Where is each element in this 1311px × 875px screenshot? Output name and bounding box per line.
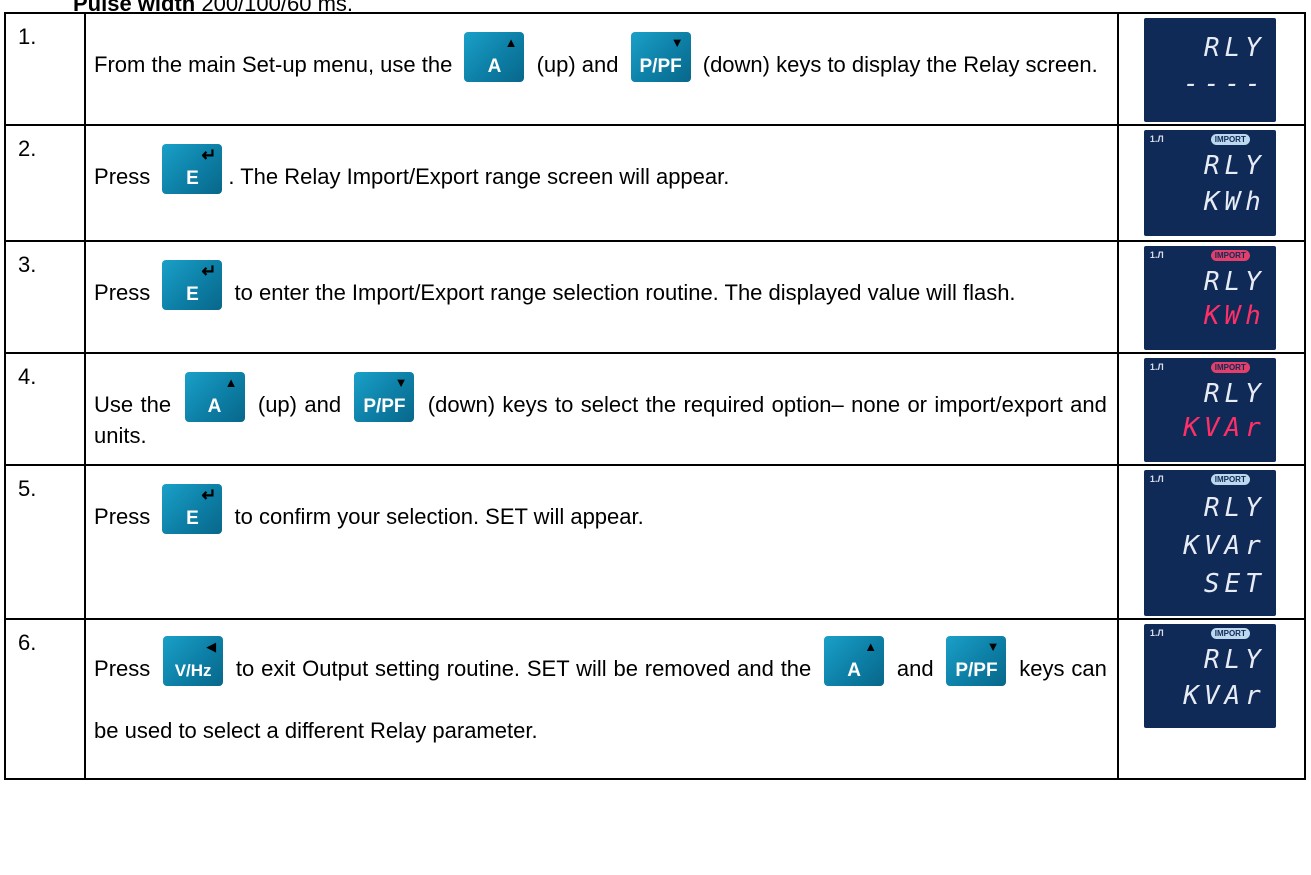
a-up-key-icon: ▲ A [184, 372, 245, 422]
step-row: 3. Press ↵ E to enter the Import/Export r… [3, 240, 1307, 354]
lcd-line-2: KWh [1203, 187, 1266, 217]
lcd-line-2-flashing: KVAr [1183, 413, 1266, 443]
step-instruction: Press ↵ E. The Relay Import/Export range … [84, 124, 1119, 242]
down-triangle-icon: ▼ [394, 375, 408, 390]
step-number: 5. [3, 464, 87, 620]
step-row: 2. Press ↵ E. The Relay Import/Export ran… [3, 124, 1307, 242]
a-up-key-icon: ▲ A [464, 32, 525, 82]
step-text: Use the [94, 392, 179, 417]
lcd-display: 1.Л IMPORT RLY KWh [1143, 130, 1276, 236]
step-text: Press [94, 656, 158, 681]
step-text: (down) keys to select the required optio… [94, 392, 1107, 448]
step-instruction: Press ◀ V/Hz to exit Output setting routi… [84, 618, 1119, 780]
lcd-display-cell: 1.Л IMPORT RLY KVAr [1116, 352, 1307, 466]
import-badge: IMPORT [1210, 362, 1250, 373]
step-text: From the main Set-up menu, use the [94, 52, 459, 77]
step-row: 4. Use the ▲ A (up) and ▼ P/PF (down) keys… [3, 352, 1307, 466]
step-text: . The Relay Import/Export range screen w… [228, 164, 730, 189]
a-up-key-icon: ▲ A [824, 636, 885, 686]
e-enter-key-icon: ↵ E [162, 144, 223, 194]
ppf-down-key-icon: ▼ P/PF [946, 636, 1007, 686]
step-instruction: Press ↵ E to enter the Import/Export rang… [84, 240, 1119, 354]
lcd-line-2: KVAr [1183, 681, 1266, 711]
lcd-line-1: RLY [1203, 645, 1266, 675]
enter-arrow-icon: ↵ [201, 261, 217, 281]
import-badge: IMPORT [1210, 628, 1250, 639]
step-row: 6. Press ◀ V/Hz to exit Output setting ro… [3, 618, 1307, 780]
step-instruction: From the main Set-up menu, use the ▲ A (u… [84, 12, 1119, 126]
left-triangle-icon: ◀ [206, 639, 217, 654]
step-row: 5. Press ↵ E to confirm your selection. S… [3, 464, 1307, 620]
step-text: to enter the Import/Export range selecti… [228, 280, 1016, 305]
lcd-line-1: RLY [1203, 379, 1266, 409]
pulse-icon: 1.Л [1149, 250, 1164, 260]
lcd-display: 1.Л IMPORT RLY KWh [1143, 246, 1276, 350]
up-triangle-icon: ▲ [224, 375, 238, 390]
lcd-line-2: KVAr [1183, 531, 1266, 561]
step-row: 1. From the main Set-up menu, use the ▲ A… [3, 12, 1307, 126]
down-triangle-icon: ▼ [670, 35, 684, 50]
step-number: 2. [3, 124, 87, 242]
step-text: to confirm your selection. SET will appe… [228, 504, 644, 529]
lcd-display-cell: 1.Л IMPORT RLY KWh [1116, 240, 1307, 354]
lcd-display: RLY ---- [1143, 18, 1276, 122]
lcd-line-3: SET [1203, 569, 1266, 599]
pulse-icon: 1.Л [1149, 628, 1164, 638]
vhz-left-key-icon: ◀ V/Hz [163, 636, 224, 686]
enter-arrow-icon: ↵ [201, 145, 217, 165]
lcd-display: 1.Л IMPORT RLY KVAr [1143, 358, 1276, 462]
e-enter-key-icon: ↵ E [162, 484, 223, 534]
import-badge: IMPORT [1210, 474, 1250, 485]
lcd-line-2-flashing: KWh [1203, 301, 1266, 331]
lcd-display-cell: RLY ---- [1116, 12, 1307, 126]
step-text: (up) and [530, 52, 625, 77]
step-text: Press [94, 280, 157, 305]
up-triangle-icon: ▲ [864, 639, 878, 654]
step-instruction: Use the ▲ A (up) and ▼ P/PF (down) keys to… [84, 352, 1119, 466]
step-text: and [890, 656, 941, 681]
e-enter-key-icon: ↵ E [162, 260, 223, 310]
step-text: Press [94, 504, 157, 529]
pulse-icon: 1.Л [1149, 362, 1164, 372]
ppf-down-key-icon: ▼ P/PF [354, 372, 415, 422]
lcd-display: 1.Л IMPORT RLY KVAr SET [1143, 470, 1276, 616]
pulse-icon: 1.Л [1149, 474, 1164, 484]
step-instruction: Press ↵ E to confirm your selection. SET … [84, 464, 1119, 620]
pulse-icon: 1.Л [1149, 134, 1164, 144]
enter-arrow-icon: ↵ [201, 485, 217, 505]
lcd-display: 1.Л IMPORT RLY KVAr [1143, 624, 1276, 728]
step-text: (up) and [250, 392, 349, 417]
lcd-line-1: RLY [1203, 493, 1266, 523]
import-badge: IMPORT [1210, 250, 1250, 261]
up-triangle-icon: ▲ [504, 35, 518, 50]
step-number: 1. [3, 12, 87, 126]
lcd-line-1: RLY [1203, 33, 1266, 63]
lcd-display-cell: 1.Л IMPORT RLY KVAr SET [1116, 464, 1307, 620]
ppf-down-key-icon: ▼ P/PF [630, 32, 691, 82]
step-text: to exit Output setting routine. SET will… [229, 656, 819, 681]
relay-setup-steps-table: 1. From the main Set-up menu, use the ▲ A… [3, 12, 1307, 780]
lcd-line-1: RLY [1203, 267, 1266, 297]
lcd-display-cell: 1.Л IMPORT RLY KVAr [1116, 618, 1307, 780]
step-number: 4. [3, 352, 87, 466]
lcd-line-2: ---- [1183, 69, 1266, 99]
step-text: Press [94, 164, 157, 189]
import-badge: IMPORT [1210, 134, 1250, 145]
down-triangle-icon: ▼ [986, 639, 1000, 654]
step-number: 3. [3, 240, 87, 354]
step-number: 6. [3, 618, 87, 780]
step-text: (down) keys to display the Relay screen. [696, 52, 1098, 77]
lcd-display-cell: 1.Л IMPORT RLY KWh [1116, 124, 1307, 242]
lcd-line-1: RLY [1203, 151, 1266, 181]
